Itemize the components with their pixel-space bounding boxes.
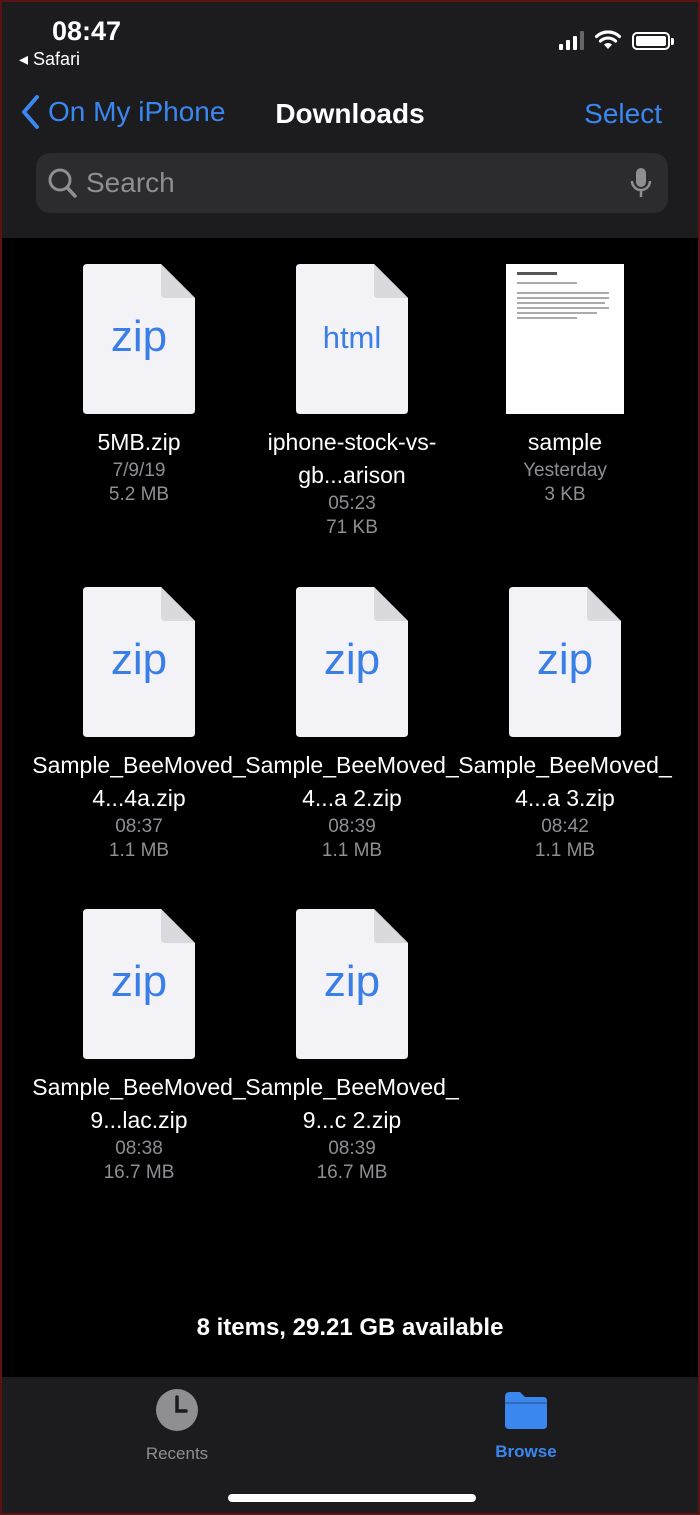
file-type-label: zip [536, 635, 594, 684]
header: 08:47 ◂ Safari On My iPhone Downloads Se… [2, 2, 698, 238]
file-size: 16.7 MB [316, 1162, 388, 1183]
pdf-thumbnail [506, 264, 624, 414]
file-item[interactable]: zip 5MB.zip 7/9/19 5.2 MB [32, 264, 246, 507]
file-type-label: zip [323, 635, 381, 684]
wifi-icon [594, 30, 622, 49]
file-size: 71 KB [326, 517, 378, 538]
search-bar[interactable] [36, 153, 668, 213]
file-item[interactable]: zip Sample_BeeMoved_4...4a.zip 08:37 1.1… [32, 587, 246, 863]
select-button[interactable]: Select [584, 98, 662, 130]
zip-file-icon: zip [83, 587, 195, 737]
file-date: 08:39 [328, 816, 376, 837]
file-name: 5MB.zip [97, 429, 181, 455]
file-type-label: zip [110, 957, 168, 1006]
file-item[interactable]: zip Sample_BeeMoved_9...lac.zip 08:38 16… [32, 909, 246, 1185]
file-date: Yesterday [523, 460, 607, 481]
file-size: 1.1 MB [108, 840, 170, 861]
zip-file-icon: zip [296, 587, 408, 737]
file-type-label: zip [323, 957, 381, 1006]
zip-file-icon: zip [83, 264, 195, 414]
zip-file-icon: zip [296, 909, 408, 1059]
tab-recents[interactable]: Recents [77, 1387, 277, 1464]
signal-icon [559, 30, 584, 50]
file-size: 5.2 MB [108, 484, 170, 505]
file-date: 08:37 [115, 816, 163, 837]
file-item[interactable]: sample Yesterday 3 KB [458, 264, 672, 507]
file-size: 3 KB [544, 484, 586, 505]
status-icons [559, 30, 674, 50]
file-size: 16.7 MB [103, 1162, 175, 1183]
tab-browse-label: Browse [495, 1442, 557, 1461]
file-item[interactable]: zip Sample_BeeMoved_4...a 2.zip 08:39 1.… [245, 587, 459, 863]
home-indicator[interactable] [228, 1494, 476, 1502]
html-file-icon: html [296, 264, 408, 414]
file-date: 08:42 [541, 816, 589, 837]
microphone-icon[interactable] [630, 167, 652, 199]
file-size: 1.1 MB [534, 840, 596, 861]
file-type-label: zip [110, 312, 168, 361]
clock-icon [156, 1389, 198, 1431]
file-name: iphone-stock-vs-gb...arison [267, 429, 437, 488]
file-item[interactable]: zip Sample_BeeMoved_4...a 3.zip 08:42 1.… [458, 587, 672, 863]
file-date: 08:39 [328, 1138, 376, 1159]
search-icon [48, 168, 77, 198]
file-name: Sample_BeeMoved_4...4a.zip [32, 752, 246, 811]
file-date: 08:38 [115, 1138, 163, 1159]
file-type-label: zip [110, 635, 168, 684]
file-name: Sample_BeeMoved_9...c 2.zip [245, 1074, 459, 1133]
tab-browse[interactable]: Browse [426, 1389, 626, 1462]
search-input[interactable] [86, 153, 606, 213]
files-app-screen: 08:47 ◂ Safari On My iPhone Downloads Se… [0, 0, 700, 1515]
zip-file-icon: zip [83, 909, 195, 1059]
file-size: 1.1 MB [321, 840, 383, 861]
folder-icon [505, 1392, 547, 1429]
file-name: Sample_BeeMoved_4...a 2.zip [245, 752, 459, 811]
file-item[interactable]: html iphone-stock-vs-gb...arison 05:23 7… [245, 264, 459, 540]
file-date: 7/9/19 [112, 460, 166, 481]
file-type-label: html [322, 320, 382, 355]
file-name: sample [527, 429, 603, 455]
back-to-app-link[interactable]: ◂ Safari [19, 49, 80, 70]
file-name: Sample_BeeMoved_9...lac.zip [32, 1074, 246, 1133]
tab-recents-label: Recents [145, 1444, 209, 1463]
file-date: 05:23 [328, 493, 376, 514]
zip-file-icon: zip [509, 587, 621, 737]
battery-icon [632, 32, 674, 50]
status-time: 08:47 [52, 16, 122, 46]
storage-summary: 8 items, 29.21 GB available [196, 1314, 504, 1341]
file-item[interactable]: zip Sample_BeeMoved_9...c 2.zip 08:39 16… [245, 909, 459, 1185]
file-name: Sample_BeeMoved_4...a 3.zip [458, 752, 672, 811]
